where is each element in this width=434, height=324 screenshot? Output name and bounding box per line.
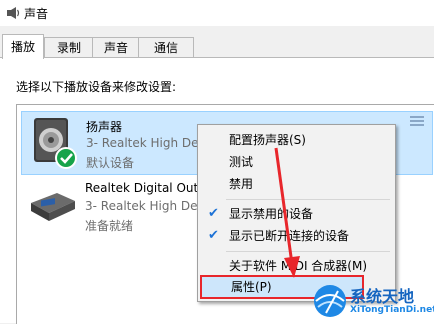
globe-logo-icon (312, 283, 348, 319)
checkmark-icon: ✔ (208, 225, 219, 247)
instruction-text: 选择以下播放设备来修改设置: (16, 78, 176, 95)
watermark-logo: 系统天地 XiTongTianDi.net (310, 281, 432, 321)
device-description: 3- Realtek High De (86, 136, 199, 150)
menu-item-show-disabled[interactable]: ✔ 显示禁用的设备 (200, 203, 393, 225)
volume-level-meter (410, 116, 424, 128)
menu-item-about-midi[interactable]: 关于软件 MIDI 合成器(M) (200, 255, 393, 277)
menu-item-disable[interactable]: 禁用 (200, 173, 393, 195)
digital-output-icon (27, 179, 79, 235)
context-menu: 配置扬声器(S) 测试 禁用 ✔ 显示禁用的设备 ✔ 显示已断开连接的设备 关于… (197, 124, 396, 302)
watermark-url: XiTongTianDi.net (350, 305, 434, 315)
speaker-icon (28, 116, 80, 172)
device-name: 扬声器 (86, 118, 122, 135)
tab-recording[interactable]: 录制 (44, 37, 94, 58)
device-description: 3- Realtek High De (85, 199, 198, 213)
menu-separator (226, 199, 390, 200)
device-status: 准备就绪 (85, 217, 133, 234)
device-name: Realtek Digital Out (85, 181, 198, 195)
window-title: 声音 (24, 5, 48, 22)
tab-bar: 播放 录制 声音 通信 (0, 34, 434, 58)
tab-sounds[interactable]: 声音 (92, 37, 140, 58)
tab-communications[interactable]: 通信 (138, 37, 194, 58)
device-status: 默认设备 (86, 154, 134, 171)
tab-playback[interactable]: 播放 (2, 34, 44, 59)
speaker-icon (6, 6, 20, 20)
checkmark-icon: ✔ (208, 203, 219, 225)
menu-separator (226, 251, 390, 252)
menu-item-configure-speakers[interactable]: 配置扬声器(S) (200, 129, 393, 151)
menu-item-show-disconnected[interactable]: ✔ 显示已断开连接的设备 (200, 225, 393, 247)
menu-item-test[interactable]: 测试 (200, 151, 393, 173)
watermark-text: 系统天地 (350, 283, 414, 307)
title-bar: 声音 (0, 0, 434, 26)
